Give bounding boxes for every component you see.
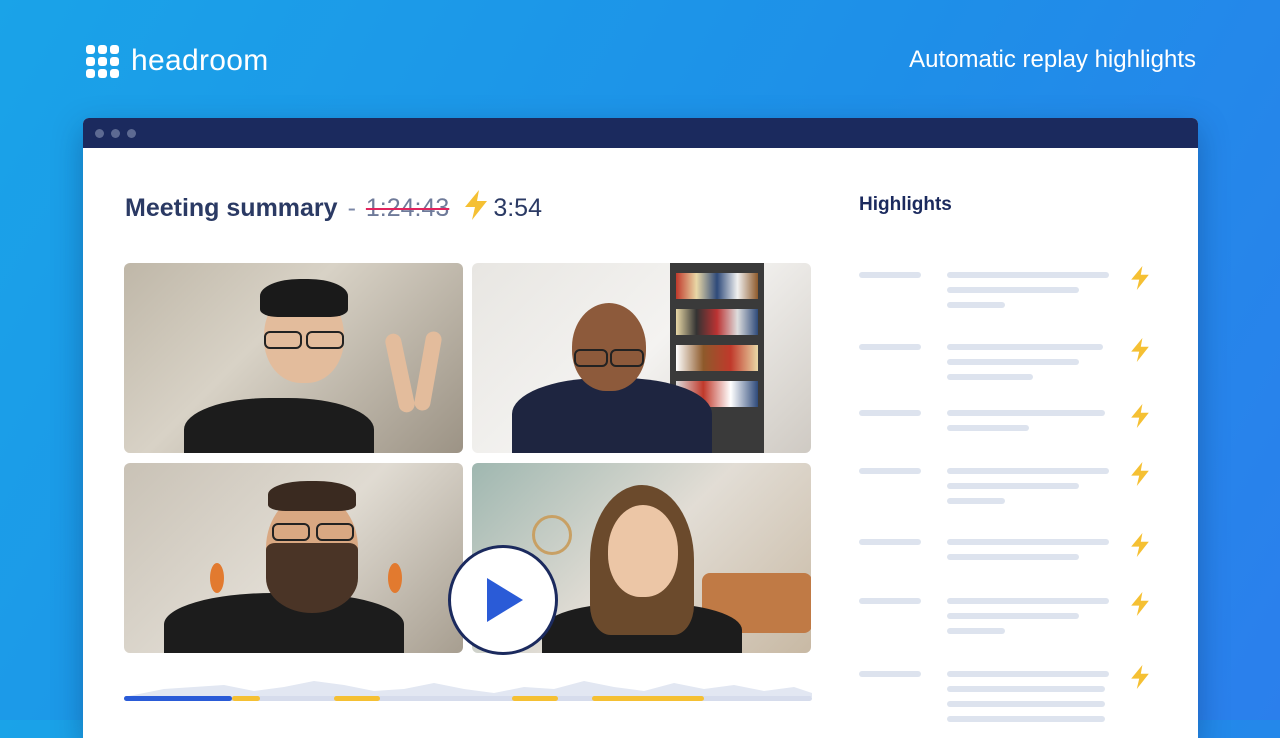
page-tagline: Automatic replay highlights xyxy=(909,46,1196,73)
brand-logo: headroom xyxy=(86,44,269,78)
participant-figure xyxy=(184,398,374,453)
timeline-progress xyxy=(124,696,232,701)
lightning-bolt-icon xyxy=(463,190,489,227)
summary-separator: - xyxy=(347,194,356,222)
play-button[interactable] xyxy=(448,545,558,655)
play-icon xyxy=(487,578,523,622)
participant-glasses xyxy=(316,523,354,541)
participant-glasses xyxy=(272,523,310,541)
brand-name: headroom xyxy=(131,44,269,77)
participant-hand xyxy=(413,330,443,412)
participant-glasses xyxy=(610,349,644,367)
window-dot xyxy=(111,128,120,138)
lightning-bolt-icon xyxy=(1131,338,1149,362)
original-duration: 1:24:43 xyxy=(365,194,450,222)
timeline-highlight-segment[interactable] xyxy=(232,696,260,701)
timeline-highlight-segment[interactable] xyxy=(334,696,380,701)
activity-waveform xyxy=(124,681,812,697)
lightning-bolt-icon xyxy=(1131,404,1149,428)
video-grid xyxy=(124,263,812,655)
lightning-bolt-icon xyxy=(1131,592,1149,616)
window-dot xyxy=(95,128,104,138)
participant-video-tile[interactable] xyxy=(472,263,811,453)
app-window: Meeting summary - 1:24:43 3:54 Highlight… xyxy=(83,118,1198,738)
participant-hand xyxy=(383,332,417,414)
participant-video-tile[interactable] xyxy=(124,463,463,653)
participant-face xyxy=(572,303,646,391)
wall-mirror xyxy=(532,515,572,555)
participant-glasses xyxy=(264,331,302,349)
highlights-title: Highlights xyxy=(859,194,952,215)
timeline-highlight-segment[interactable] xyxy=(592,696,704,701)
short-duration: 3:54 xyxy=(493,194,542,222)
logo-mark-icon xyxy=(86,44,119,78)
timeline-highlight-segment[interactable] xyxy=(512,696,558,701)
lightning-bolt-icon xyxy=(1131,266,1149,290)
participant-video-tile[interactable] xyxy=(124,263,463,453)
wall-decor xyxy=(210,563,224,593)
participant-hair xyxy=(268,481,356,511)
participant-glasses xyxy=(306,331,344,349)
lightning-bolt-icon xyxy=(1131,462,1149,486)
participant-glasses xyxy=(574,349,608,367)
participant-face xyxy=(608,505,678,597)
participant-beard xyxy=(266,543,358,613)
summary-title: Meeting summary xyxy=(125,194,338,222)
meeting-summary-header: Meeting summary - 1:24:43 3:54 xyxy=(125,190,542,227)
window-dot xyxy=(127,128,136,138)
window-titlebar xyxy=(83,118,1198,148)
participant-hair xyxy=(260,279,348,317)
wall-decor xyxy=(388,563,402,593)
lightning-bolt-icon xyxy=(1131,533,1149,557)
replay-timeline[interactable] xyxy=(124,663,812,703)
lightning-bolt-icon xyxy=(1131,665,1149,689)
